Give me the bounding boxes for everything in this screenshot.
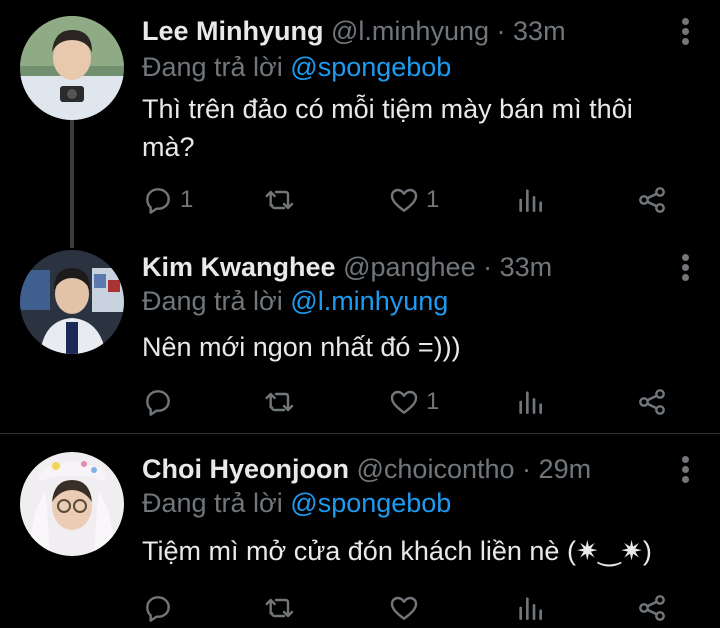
timestamp[interactable]: 29m — [539, 454, 592, 484]
share-button[interactable] — [636, 382, 668, 422]
mention-link[interactable]: @spongebob — [290, 488, 451, 518]
more-options-icon[interactable] — [682, 254, 690, 282]
tweet-actions: 1 1 — [142, 180, 682, 220]
tweet-header: Lee Minhyung @l.minhyung · 33m — [142, 14, 566, 48]
more-options-icon[interactable] — [682, 456, 690, 484]
share-icon — [639, 595, 665, 621]
retweet-icon — [265, 392, 294, 412]
tweet-actions: 1 — [142, 382, 682, 422]
tweet-actions — [142, 588, 682, 628]
replying-to: Đang trả lời @spongebob — [142, 486, 451, 520]
avatar[interactable] — [20, 16, 124, 120]
like-button[interactable]: 1 — [388, 382, 439, 422]
like-count: 1 — [426, 186, 440, 213]
share-icon — [639, 187, 665, 213]
analytics-button[interactable] — [514, 382, 546, 422]
replying-to-label: Đang trả lời — [142, 286, 283, 316]
mention-link[interactable]: @spongebob — [290, 52, 451, 82]
tweet-item[interactable]: Choi Hyeonjoon @choicontho · 29m Đang tr… — [0, 452, 720, 628]
separator-dot: · — [483, 252, 493, 282]
user-handle[interactable]: @panghee — [343, 252, 476, 282]
heart-icon — [390, 390, 418, 414]
reply-icon — [146, 188, 170, 214]
replying-to: Đang trả lời @l.minhyung — [142, 284, 448, 318]
share-button[interactable] — [636, 180, 668, 220]
tweet-item[interactable]: Lee Minhyung @l.minhyung · 33m Đang trả … — [0, 0, 720, 230]
user-handle[interactable]: @l.minhyung — [331, 16, 489, 46]
timestamp[interactable]: 33m — [500, 252, 553, 282]
tweet-header: Choi Hyeonjoon @choicontho · 29m — [142, 452, 591, 486]
avatar[interactable] — [20, 452, 124, 556]
retweet-icon — [265, 190, 294, 210]
tweet-text: Tiệm mì mở cửa đón khách liền nè (✷‿✷) — [142, 536, 652, 566]
heart-icon — [390, 596, 418, 620]
like-button[interactable] — [388, 588, 426, 628]
analytics-icon — [519, 391, 542, 414]
replying-to: Đang trả lời @spongebob — [142, 50, 451, 84]
replying-to-label: Đang trả lời — [142, 52, 283, 82]
reply-icon — [146, 596, 170, 622]
user-handle[interactable]: @choicontho — [357, 454, 515, 484]
reply-button[interactable] — [142, 382, 180, 422]
tweet-header: Kim Kwanghee @panghee · 33m — [142, 250, 552, 284]
display-name[interactable]: Kim Kwanghee — [142, 252, 336, 282]
share-icon — [639, 389, 665, 415]
timestamp[interactable]: 33m — [513, 16, 566, 46]
retweet-icon — [265, 598, 294, 618]
analytics-icon — [519, 597, 542, 620]
separator-dot: · — [522, 454, 532, 484]
display-name[interactable]: Choi Hyeonjoon — [142, 454, 349, 484]
reply-count: 1 — [180, 186, 194, 213]
retweet-button[interactable] — [264, 180, 302, 220]
tweet-text: Nên mới ngon nhất đó =))) — [142, 332, 461, 362]
share-button[interactable] — [636, 588, 668, 628]
heart-icon — [390, 188, 418, 212]
reply-icon — [146, 390, 170, 416]
reply-button[interactable] — [142, 588, 180, 628]
like-count: 1 — [426, 388, 440, 415]
avatar[interactable] — [20, 250, 124, 354]
reply-button[interactable]: 1 — [142, 180, 193, 220]
retweet-button[interactable] — [264, 588, 302, 628]
like-button[interactable]: 1 — [388, 180, 439, 220]
replying-to-label: Đang trả lời — [142, 488, 283, 518]
analytics-button[interactable] — [514, 180, 546, 220]
analytics-icon — [519, 189, 542, 212]
separator-dot: · — [496, 16, 506, 46]
retweet-button[interactable] — [264, 382, 302, 422]
tweet-text: Thì trên đảo có mỗi tiệm mày bán mì thôi… — [142, 94, 633, 162]
more-options-icon[interactable] — [682, 18, 690, 46]
analytics-button[interactable] — [514, 588, 546, 628]
mention-link[interactable]: @l.minhyung — [290, 286, 448, 316]
tweet-item[interactable]: Kim Kwanghee @panghee · 33m Đang trả lời… — [0, 250, 720, 432]
divider — [0, 433, 720, 434]
display-name[interactable]: Lee Minhyung — [142, 16, 324, 46]
